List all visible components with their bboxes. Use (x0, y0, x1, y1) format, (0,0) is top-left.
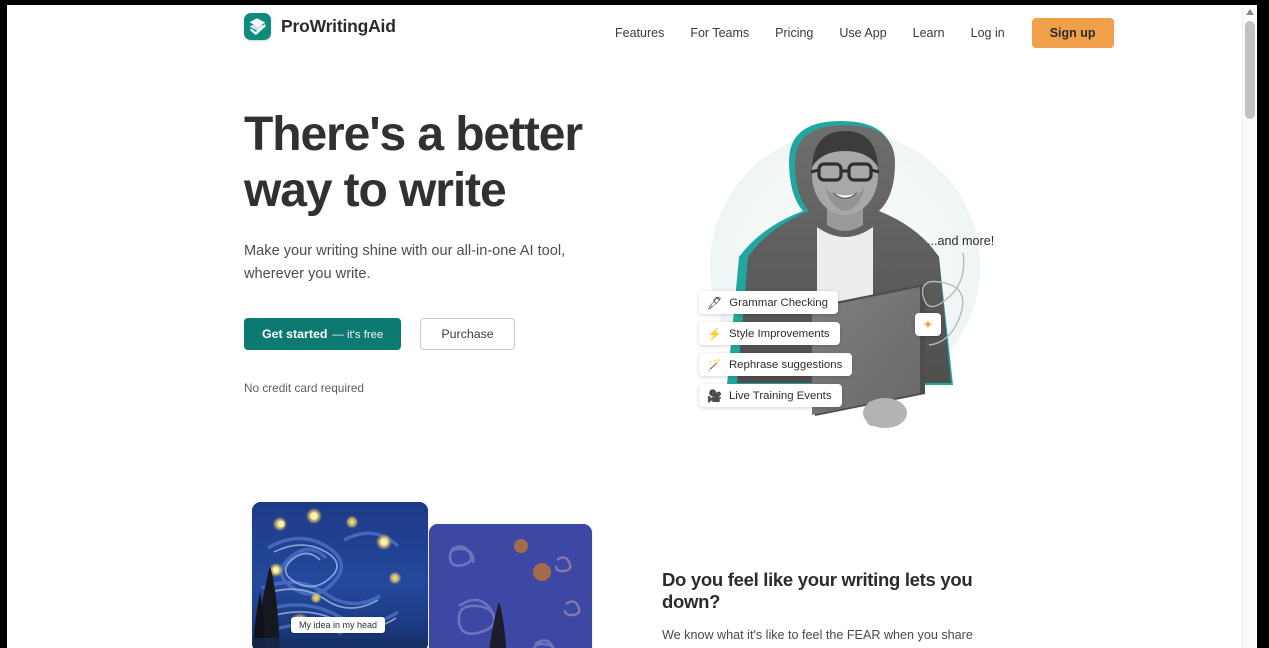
magic-wand-icon: 🪄 (707, 357, 722, 372)
section-two-copy: Do you feel like your writing lets you d… (662, 569, 1022, 648)
page-viewport: ProWritingAid Features For Teams Pricing… (7, 5, 1257, 648)
feature-card-live-training-events: 🎥 Live Training Events (699, 384, 842, 407)
nav-item-for-teams[interactable]: For Teams (677, 20, 762, 46)
nav-item-use-app[interactable]: Use App (826, 20, 899, 46)
nav-item-pricing[interactable]: Pricing (762, 20, 826, 46)
scroll-up-arrow-icon[interactable] (1243, 5, 1257, 19)
starry-night-comparison-images: My idea in my head (245, 502, 595, 648)
hero-title-line-2: way to write (244, 164, 507, 217)
nav-item-learn[interactable]: Learn (900, 20, 958, 46)
quill-pen-icon: 🖋 (707, 295, 723, 310)
feature-card-label: Rephrase suggestions (728, 358, 843, 371)
sparkles-icon: ✦ (915, 313, 941, 336)
no-credit-card-note: No credit card required (244, 381, 364, 395)
feature-card-style-improvements: ⚡ Style Improvements (699, 322, 840, 345)
brand-logo-link[interactable]: ProWritingAid (244, 13, 396, 40)
section-two-title: Do you feel like your writing lets you d… (662, 569, 973, 612)
get-started-suffix: — it's free (332, 329, 384, 341)
and-more-annotation: ...and more! (927, 234, 995, 248)
nav-item-log-in[interactable]: Log in (958, 20, 1018, 46)
feature-card-label: Style Improvements (728, 327, 830, 340)
main-navigation: Features For Teams Pricing Use App Learn… (602, 5, 1114, 61)
simplified-starry-night-image (429, 524, 592, 648)
feature-card-grammar-checking: 🖋 Grammar Checking (699, 291, 838, 314)
writing-lets-you-down-section: My idea in my head Do you feel like your… (7, 481, 1257, 648)
nav-item-features[interactable]: Features (602, 20, 677, 46)
feature-card-label: Grammar Checking (729, 296, 828, 309)
hero-illustration: ...and more! ✦ 🖋 Grammar Checking ⚡ Styl… (667, 101, 1027, 446)
hero-subtitle: Make your writing shine with our all-in-… (244, 243, 566, 282)
feature-card-label: Live Training Events (728, 389, 832, 402)
purchase-button[interactable]: Purchase (420, 318, 515, 350)
page-scrollbar[interactable] (1242, 5, 1257, 648)
hero-title-line-1: There's a better (244, 108, 583, 161)
sign-up-button[interactable]: Sign up (1031, 18, 1114, 48)
prowritingaid-logo-icon (244, 13, 271, 40)
hero-title: There's a better way to write (244, 107, 644, 219)
feature-card-rephrase-suggestions: 🪄 Rephrase suggestions (699, 353, 853, 376)
scroll-thumb[interactable] (1245, 21, 1255, 119)
hero-copy: There's a better way to write Make your … (244, 107, 644, 395)
movie-camera-icon: 🎥 (707, 388, 722, 403)
get-started-label: Get started (262, 327, 328, 341)
brand-name: ProWritingAid (281, 16, 396, 36)
browser-window: ProWritingAid Features For Teams Pricing… (0, 0, 1269, 648)
hero-section: There's a better way to write Make your … (7, 61, 1257, 481)
lightning-bolt-icon: ⚡ (707, 326, 722, 341)
section-two-body: We know what it's like to feel the FEAR … (662, 628, 991, 648)
my-idea-in-my-head-caption: My idea in my head (291, 617, 386, 633)
get-started-button[interactable]: Get started — it's free (244, 318, 402, 350)
site-header: ProWritingAid Features For Teams Pricing… (7, 5, 1257, 61)
hero-actions: Get started — it's free Purchase (244, 318, 644, 350)
